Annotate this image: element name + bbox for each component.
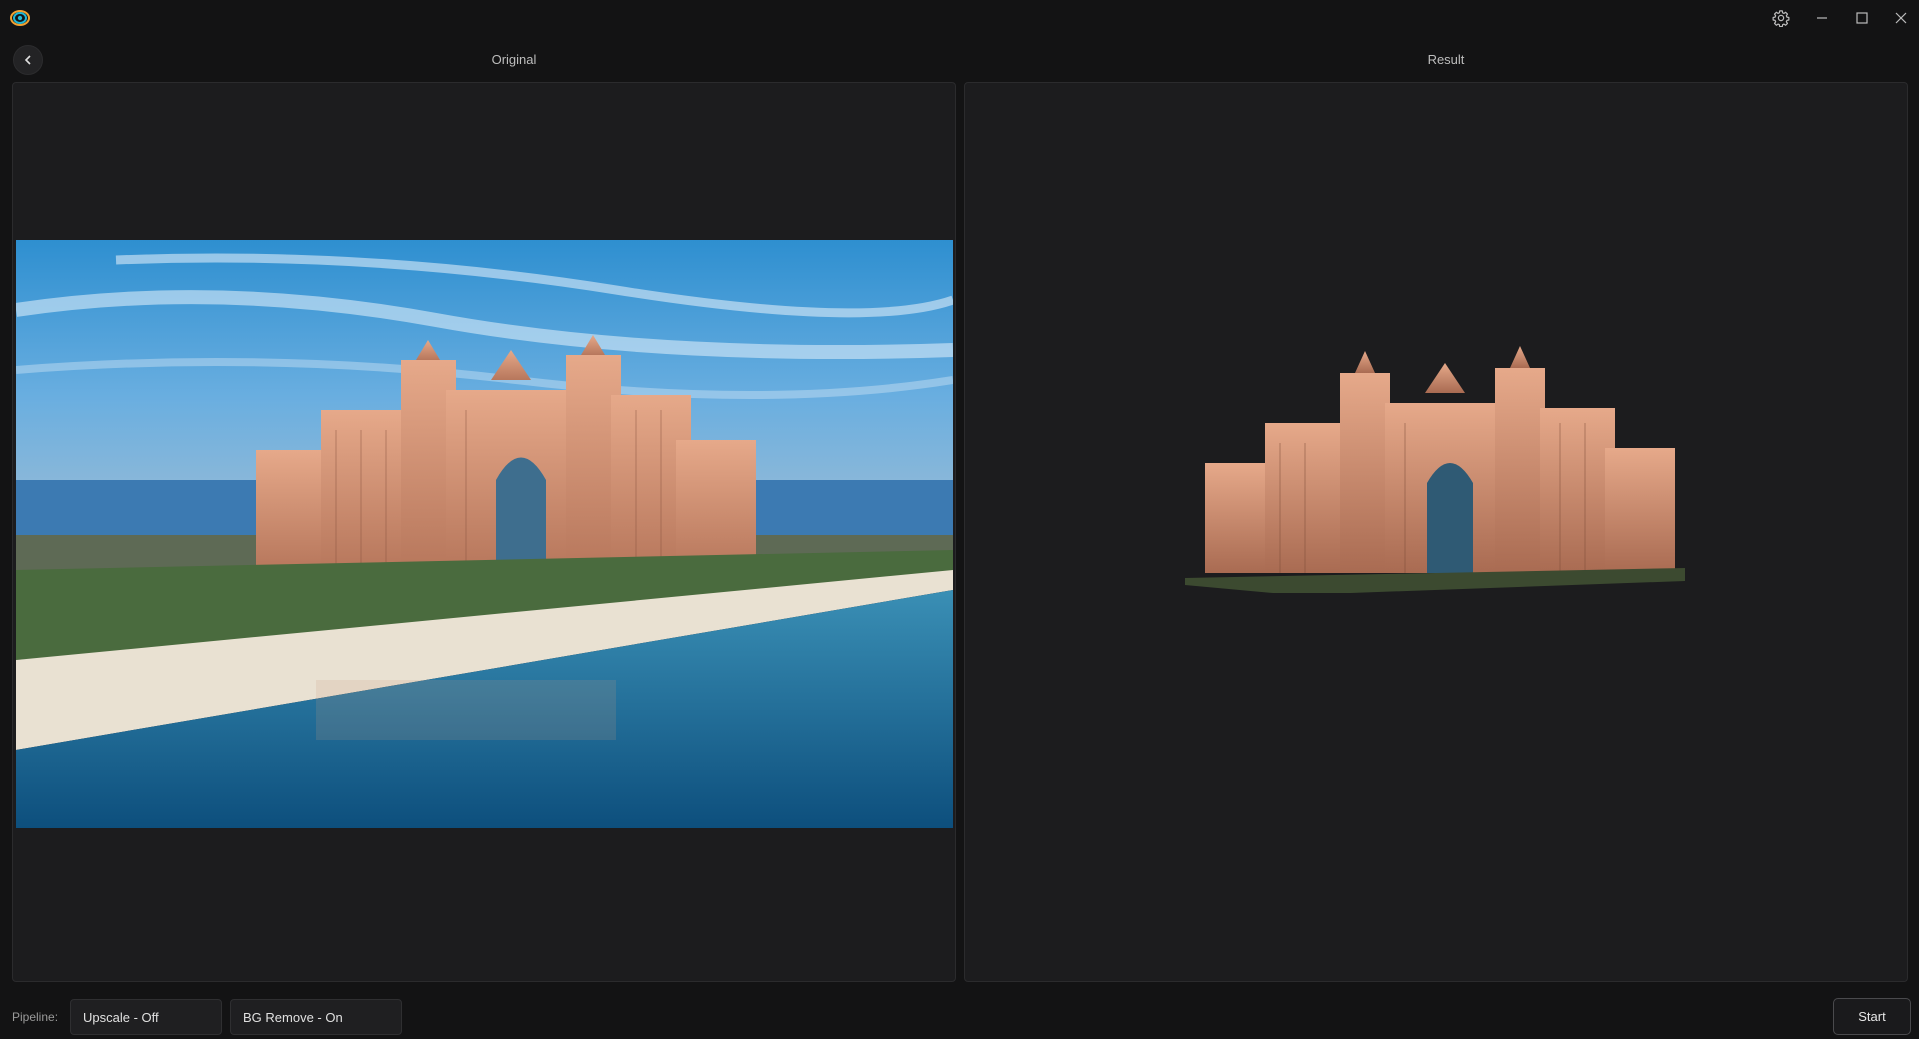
start-button[interactable]: Start <box>1833 998 1911 1035</box>
pipeline-label: Pipeline: <box>12 1010 59 1024</box>
result-cutout-photo <box>1185 346 1685 593</box>
original-pane <box>12 82 956 982</box>
settings-button[interactable] <box>1761 0 1801 36</box>
close-button[interactable] <box>1881 0 1919 36</box>
app-window: Original Result Pipeline: Upscale - Off … <box>0 0 1919 1039</box>
back-button[interactable] <box>13 45 43 75</box>
minimize-icon <box>1817 17 1827 19</box>
upscale-toggle-button[interactable]: Upscale - Off <box>70 999 222 1035</box>
minimize-button[interactable] <box>1802 0 1842 36</box>
original-photo <box>16 240 953 828</box>
app-logo-icon <box>10 10 30 26</box>
original-label: Original <box>491 52 537 67</box>
bg-remove-toggle-button[interactable]: BG Remove - On <box>230 999 402 1035</box>
title-bar <box>0 0 1919 36</box>
maximize-icon <box>1856 12 1868 24</box>
maximize-button[interactable] <box>1842 0 1882 36</box>
chevron-left-icon <box>24 55 31 65</box>
result-label: Result <box>1427 52 1465 67</box>
close-icon <box>1895 12 1907 24</box>
gear-icon <box>1772 10 1790 27</box>
result-pane <box>964 82 1908 982</box>
